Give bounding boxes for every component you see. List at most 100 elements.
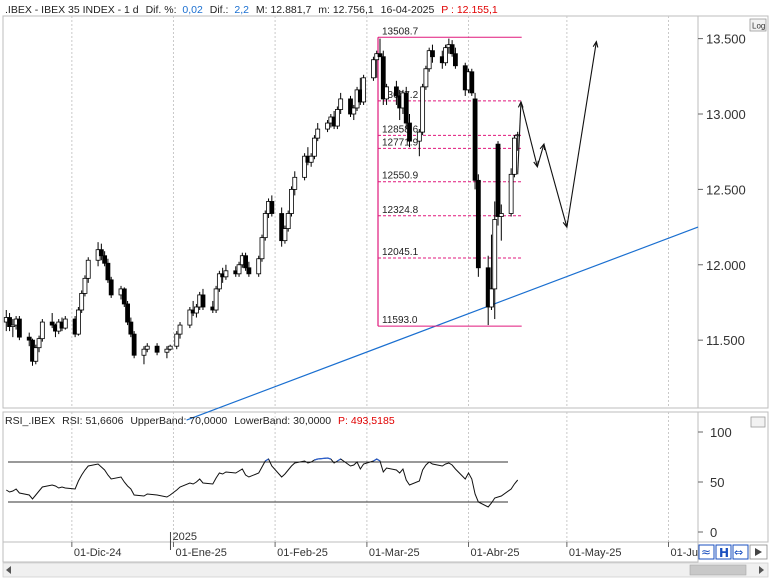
candle-body: [49, 321, 55, 326]
price-tick-label: 13.500: [706, 32, 746, 47]
candle-body: [269, 201, 275, 214]
candle-body: [453, 53, 458, 67]
candle-body: [141, 348, 147, 356]
rsi-overbought-segment: [337, 458, 341, 462]
min-label: m: 12.756,1: [318, 4, 374, 16]
candle-body: [495, 143, 501, 217]
price-tick-label: 11.500: [706, 333, 745, 348]
horizontal-scrollbar[interactable]: [2, 562, 769, 578]
candle-body: [36, 338, 42, 349]
candle-body: [98, 249, 104, 257]
header: .IBEX - IBEX 35 INDEX - 1 d Dif. %: 0,02…: [5, 4, 498, 16]
rsi-tick-label: 0: [710, 525, 717, 540]
candle-body: [384, 86, 389, 100]
candle-body: [256, 258, 262, 275]
candle-body: [154, 345, 160, 353]
dif-value: 2,2: [234, 4, 249, 16]
projection-path[interactable]: [517, 40, 599, 229]
log-button[interactable]: Log: [749, 18, 767, 32]
candle-body: [174, 333, 180, 347]
candle-body: [213, 288, 219, 311]
fib-level-label: 13508.7: [382, 26, 419, 37]
h-button[interactable]: H: [715, 544, 732, 560]
candle-body: [285, 213, 291, 229]
grid: [71, 16, 669, 542]
scrollbar-thumb[interactable]: [689, 564, 747, 576]
candle-body: [105, 262, 111, 281]
candle-body: [131, 333, 137, 356]
projection-segment: [543, 144, 568, 228]
candle-body: [79, 293, 85, 311]
candle-body: [262, 213, 268, 239]
candle-body: [243, 255, 248, 269]
rsi-overbought-segment: [264, 458, 269, 462]
fib-level-label: 12771.9: [382, 137, 419, 148]
rsi-p: P: 493,5185: [338, 415, 395, 427]
expand-button[interactable]: ⇔: [732, 544, 749, 560]
rsi-lower: LowerBand: 30,0000: [234, 415, 331, 427]
candle-body: [489, 288, 494, 308]
fib-level-label: 12550.9: [382, 171, 419, 182]
dif-pct-value: 0,02: [182, 4, 203, 16]
log-button-label: Log: [752, 22, 765, 31]
rsi-title: RSI_.IBEX: [5, 415, 55, 427]
rsi-tick-label: 50: [710, 475, 724, 490]
candle-body: [128, 321, 134, 335]
rsi-tick-label: 100: [710, 425, 732, 440]
date-tick-label: 01-Abr-25: [471, 547, 520, 559]
candle-body: [167, 345, 173, 350]
h-icon: H: [719, 546, 729, 560]
candle-body: [76, 309, 81, 335]
rsi-axis-frame: [697, 411, 769, 543]
candle-body: [312, 137, 317, 157]
projection-segment: [520, 101, 538, 167]
candle-body: [416, 131, 422, 142]
candle-body: [62, 318, 68, 329]
wave-icon: ≈: [701, 545, 711, 559]
scroll-right-button[interactable]: [749, 544, 768, 560]
candle-body: [325, 122, 330, 130]
rsi-value: RSI: 51,6606: [62, 415, 123, 427]
candle-body: [259, 237, 265, 260]
price-panel-frame: [2, 15, 699, 409]
candle-body: [16, 318, 22, 338]
candle-body: [512, 137, 517, 175]
rsi-line: [6, 457, 519, 508]
year-marker-label: 2025: [172, 531, 196, 543]
fib-level-label: 12045.1: [382, 247, 419, 258]
date-tick-label: 01-Feb-25: [277, 547, 328, 559]
rsi-corner-button[interactable]: [750, 416, 766, 428]
candle-body: [39, 321, 45, 340]
date-tick-label: 01-Mar-25: [369, 547, 420, 559]
candle-body: [33, 347, 39, 362]
rsi-overbought-segment: [317, 457, 328, 460]
candle-body: [371, 59, 376, 79]
candle-body: [443, 47, 448, 64]
candle-body: [351, 107, 357, 115]
fib-level-label: 12324.8: [382, 205, 419, 216]
candle-body: [403, 92, 409, 124]
candle-body: [177, 324, 183, 335]
candle-body: [361, 77, 367, 103]
wave-button[interactable]: ≈: [698, 544, 715, 560]
price-tick-label: 13.000: [706, 107, 746, 122]
toolbar: ≈ H ⇔: [698, 544, 768, 560]
candle-body: [469, 71, 475, 94]
candle-body: [26, 336, 32, 341]
candle-body: [338, 98, 344, 110]
price-tick-label: 12.500: [706, 182, 746, 197]
candle-body: [125, 303, 130, 323]
candle-body: [472, 98, 478, 181]
candle-body: [423, 68, 429, 88]
candle-body: [308, 155, 314, 163]
candle-body: [449, 44, 455, 55]
projection-segment: [566, 41, 597, 228]
candle-body: [289, 188, 294, 214]
date-tick-label: 01-Ene-25: [175, 547, 226, 559]
candle-body: [492, 219, 498, 290]
candle-body: [407, 122, 412, 142]
fib-level-label: 12858.6: [382, 124, 419, 135]
candle-body: [236, 264, 242, 275]
dif-pct-label: Dif. %:: [146, 4, 177, 16]
date-tick-label: 01-Dic-24: [74, 547, 122, 559]
